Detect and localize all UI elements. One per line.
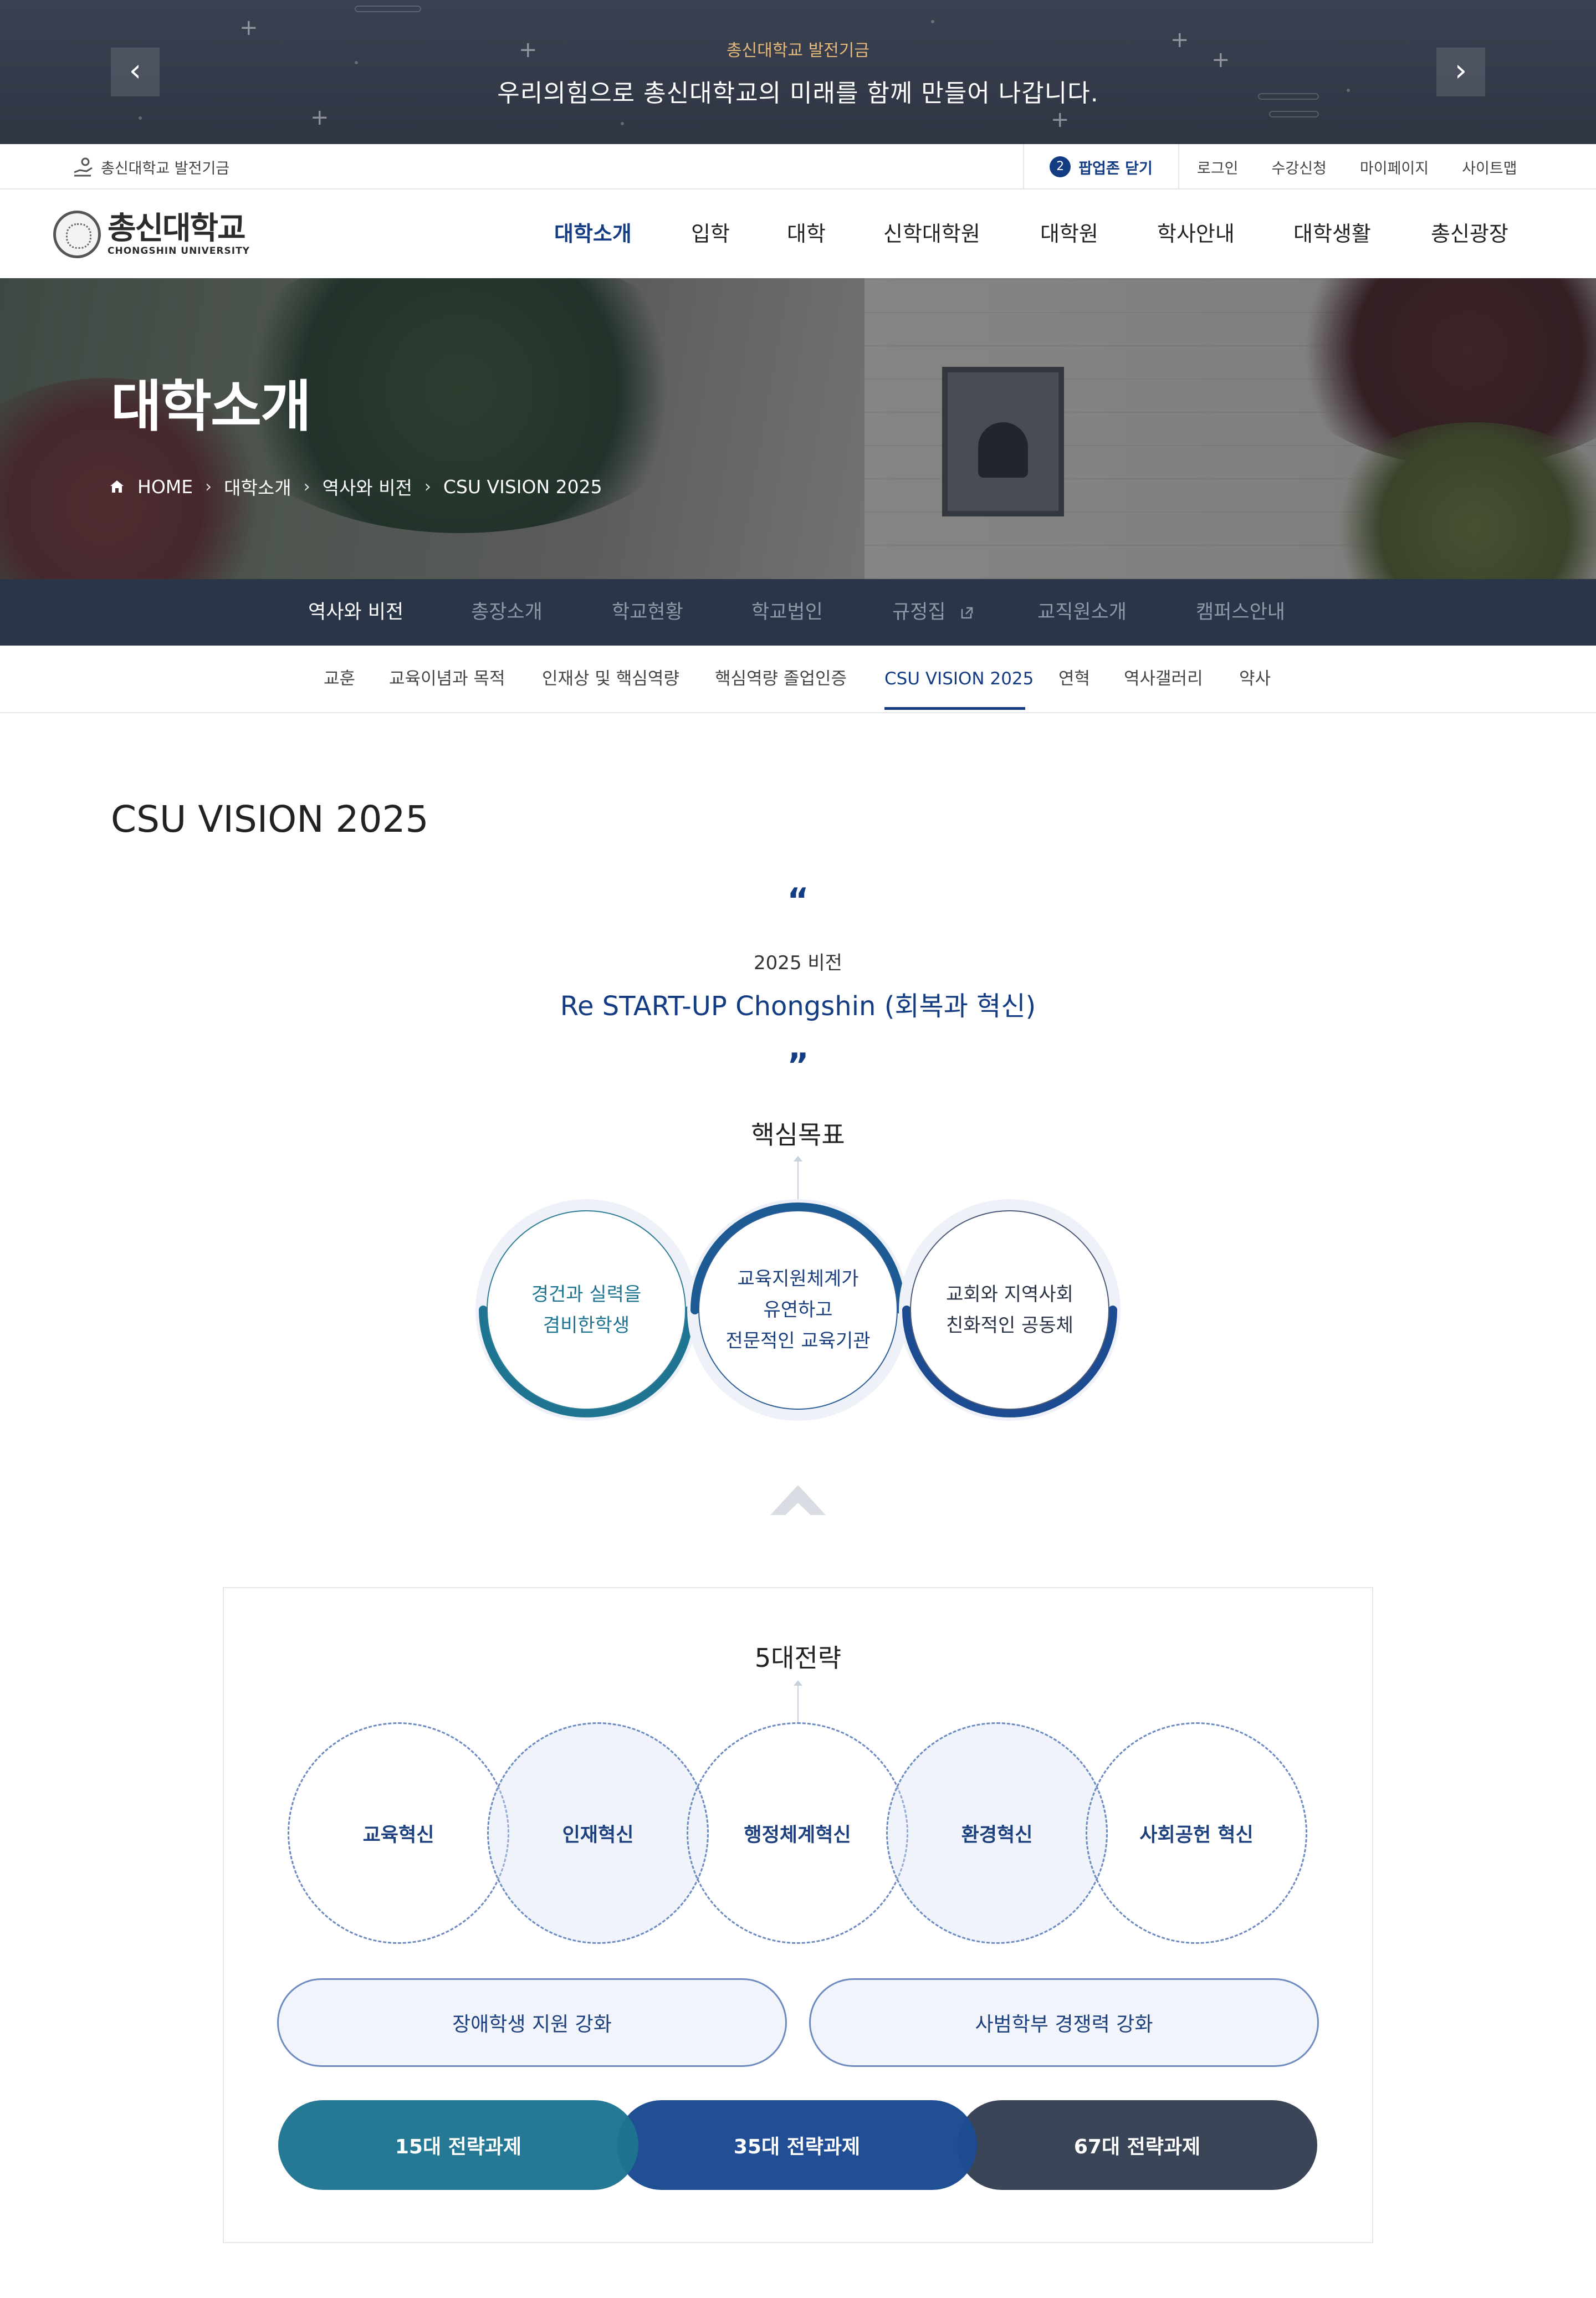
university-logo[interactable]: 총신대학교 CHONGSHIN UNIVERSITY <box>53 211 250 258</box>
subnav-regulations[interactable]: 규정집 <box>892 579 974 646</box>
strategy-social-contribution: 사회공헌 혁신 <box>1086 1722 1307 1944</box>
task-15: 15대 전략과제 <box>278 2100 638 2190</box>
breadcrumb: HOME › 대학소개 › 역사와 비전 › CSU VISION 2025 <box>109 473 602 500</box>
gnb-graduate[interactable]: 대학원 <box>1040 190 1098 278</box>
chevron-right-icon: › <box>424 477 431 497</box>
logo-english: CHONGSHIN UNIVERSITY <box>108 245 250 257</box>
strategy-environment: 환경혁신 <box>886 1722 1108 1944</box>
emblem-icon <box>53 211 101 258</box>
login-link[interactable]: 로그인 <box>1180 156 1255 178</box>
goals-connector <box>794 1156 802 1199</box>
mypage-link[interactable]: 마이페이지 <box>1343 156 1445 178</box>
open-quote-icon: “ <box>787 881 809 920</box>
fund-link[interactable]: 총신대학교 발전기금 <box>72 144 229 190</box>
strategy-education: 교육혁신 <box>288 1722 509 1944</box>
gnb-seminary[interactable]: 신학대학원 <box>883 190 980 278</box>
tab-talent[interactable]: 인재상 및 핵심역량 <box>542 646 679 712</box>
popup-count-badge: 2 <box>1050 156 1071 177</box>
breadcrumb-level1[interactable]: 대학소개 <box>224 473 291 500</box>
content-tabs: 교훈 교육이념과 목적 인재상 및 핵심역량 핵심역량 졸업인증 CSU VIS… <box>0 646 1596 713</box>
home-icon[interactable] <box>109 478 125 495</box>
tab-vision-2025[interactable]: CSU VISION 2025 <box>884 646 1034 712</box>
goal-circle-3: 교회와 지역사회 친화적인 공동체 <box>899 1199 1121 1421</box>
fund-label: 총신대학교 발전기금 <box>101 160 230 177</box>
goal-text-2: 교육지원체계가 유연하고 전문적인 교육기관 <box>725 1268 871 1352</box>
course-registration-link[interactable]: 수강신청 <box>1255 156 1343 178</box>
goal-circle-1: 경건과 실력을 겸비한학생 <box>475 1199 697 1421</box>
task-67: 67대 전략과제 <box>957 2100 1317 2190</box>
section-subnav: 역사와 비전 총장소개 학교현황 학교법인 규정집 교직원소개 캠퍼스안내 <box>0 579 1596 646</box>
hero-banner: 대학소개 HOME › 대학소개 › 역사와 비전 › CSU VISION 2… <box>0 278 1596 579</box>
gnb-about[interactable]: 대학소개 <box>554 190 632 278</box>
subnav-regulations-label: 규정집 <box>892 601 946 623</box>
strategies-connector <box>794 1680 802 1723</box>
tab-history[interactable]: 연혁 <box>1058 646 1090 712</box>
popup-message[interactable]: 우리의힘으로 총신대학교의 미래를 함께 만들어 나갑니다. <box>0 73 1596 109</box>
page-title: CSU VISION 2025 <box>111 798 429 841</box>
extra-teacher-ed: 사범학부 경쟁력 강화 <box>809 1978 1319 2067</box>
tab-gallery[interactable]: 역사갤러리 <box>1124 646 1203 712</box>
active-tab-indicator <box>884 707 1025 710</box>
vision-slogan: Re START-UP Chongshin (회복과 혁신) <box>560 991 1036 1022</box>
gnb-college[interactable]: 대학 <box>787 190 826 278</box>
subnav-staff[interactable]: 교직원소개 <box>1037 579 1127 646</box>
breadcrumb-home[interactable]: HOME <box>137 476 193 498</box>
subnav-president[interactable]: 총장소개 <box>471 579 543 646</box>
subnav-campus[interactable]: 캠퍼스안내 <box>1196 579 1285 646</box>
gnb-academic[interactable]: 학사안내 <box>1157 190 1235 278</box>
extra-disabled-support: 장애학생 지원 강화 <box>277 1978 787 2067</box>
goal-circle-2: 교육지원체계가 유연하고 전문적인 교육기관 <box>687 1199 909 1421</box>
subnav-foundation[interactable]: 학교법인 <box>751 579 823 646</box>
goal-text-1: 경건과 실력을 겸비한학생 <box>531 1283 642 1337</box>
strategy-administration: 행정체계혁신 <box>687 1722 908 1944</box>
external-link-icon <box>961 607 973 619</box>
tab-philosophy[interactable]: 교육이념과 목적 <box>389 646 505 712</box>
chevron-right-icon: › <box>205 477 212 497</box>
subnav-status[interactable]: 학교현황 <box>612 579 683 646</box>
strategy-talent: 인재혁신 <box>487 1722 709 1944</box>
logo-korean: 총신대학교 <box>108 211 246 247</box>
popup-close-button[interactable]: 2 팝업존 닫기 <box>1023 144 1179 190</box>
popup-banner: + + + + + + ‹ › 총신대학교 발전기금 우리의힘으로 총신대학교의… <box>0 0 1596 144</box>
page-section-title: 대학소개 <box>111 374 311 439</box>
close-quote-icon: ” <box>787 1046 809 1085</box>
breadcrumb-level2[interactable]: 역사와 비전 <box>323 473 412 500</box>
chevron-right-icon: › <box>303 477 310 497</box>
breadcrumb-current: CSU VISION 2025 <box>443 475 602 498</box>
tab-brief-history[interactable]: 약사 <box>1239 646 1271 712</box>
popup-close-label: 팝업존 닫기 <box>1078 160 1153 177</box>
hand-coin-icon <box>74 157 93 177</box>
gnb-admission[interactable]: 입학 <box>691 190 730 278</box>
gnb-plaza[interactable]: 총신광장 <box>1431 190 1508 278</box>
popup-subtitle: 총신대학교 발전기금 <box>727 41 869 60</box>
vision-label: 2025 비전 <box>754 952 842 974</box>
goals-title: 핵심목표 <box>751 1120 845 1150</box>
strategies-title: 5대전략 <box>754 1643 842 1673</box>
gnb-campus-life[interactable]: 대학생활 <box>1293 190 1371 278</box>
task-35: 35대 전략과제 <box>617 2100 977 2190</box>
tab-competency-cert[interactable]: 핵심역량 졸업인증 <box>715 646 847 712</box>
sitemap-link[interactable]: 사이트맵 <box>1445 156 1533 178</box>
tab-motto[interactable]: 교훈 <box>324 646 355 712</box>
site-header: 총신대학교 CHONGSHIN UNIVERSITY 대학소개 입학 대학 신학… <box>0 190 1596 278</box>
goal-text-3: 교회와 지역사회 친화적인 공동체 <box>946 1283 1073 1337</box>
subnav-history-vision[interactable]: 역사와 비전 <box>308 579 403 646</box>
utility-bar: 총신대학교 발전기금 2 팝업존 닫기 로그인 수강신청 마이페이지 사이트맵 <box>0 144 1596 190</box>
